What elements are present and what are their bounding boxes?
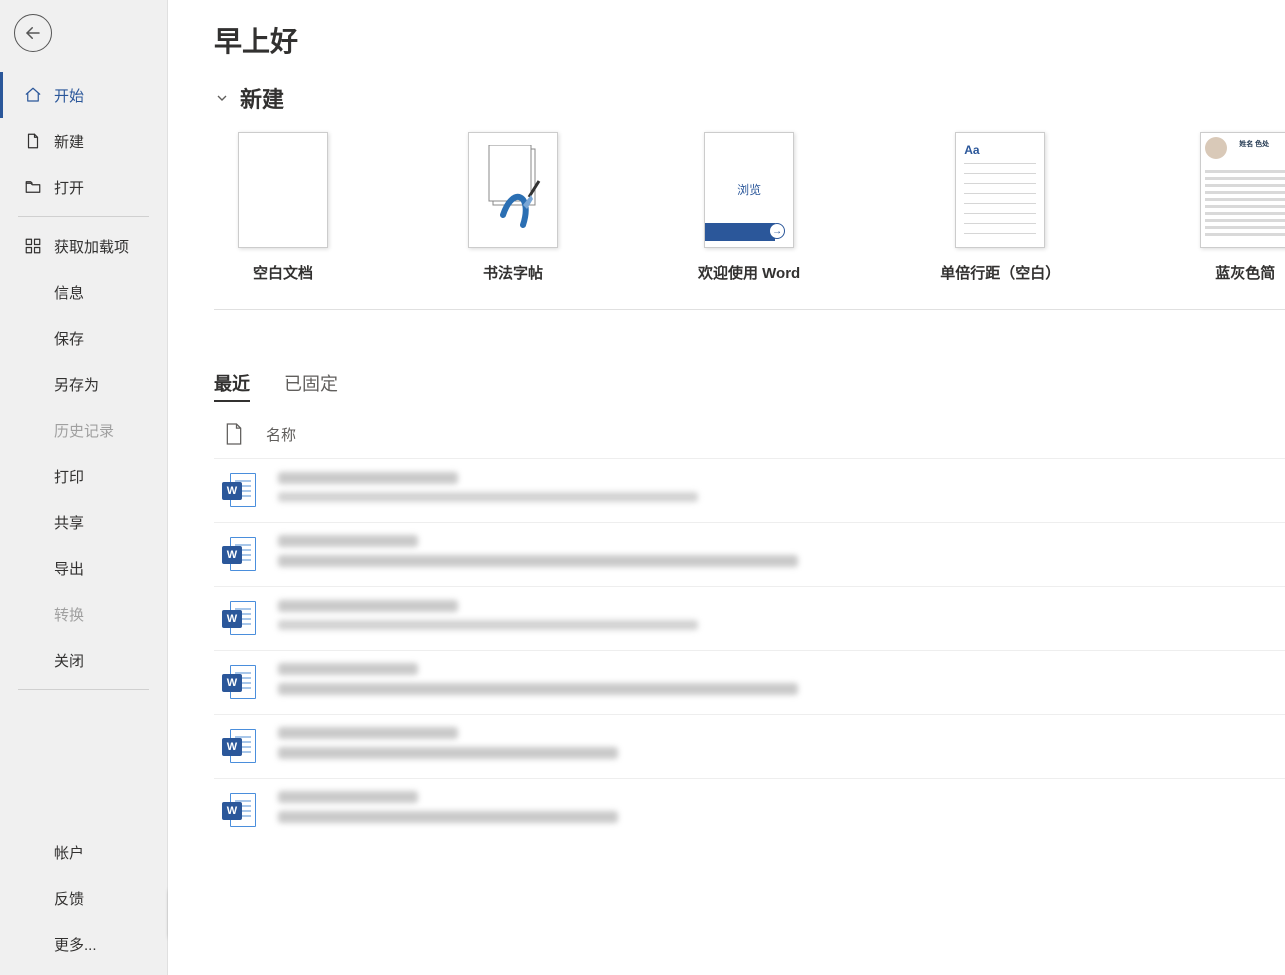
word-doc-icon: W xyxy=(222,729,256,765)
template-thumb-blank xyxy=(238,132,328,248)
sidebar-item-打印[interactable]: 打印 xyxy=(0,453,167,499)
recent-file-text xyxy=(278,663,798,703)
recent-file-text xyxy=(278,791,618,831)
sidebar-divider xyxy=(18,689,149,690)
recent-file-text xyxy=(278,600,698,638)
recent-list-header: 名称 xyxy=(214,410,1285,458)
recent-file-row[interactable]: W xyxy=(214,714,1285,778)
recent-file-text xyxy=(278,535,798,575)
recent-file-text xyxy=(278,472,698,510)
sidebar-item-信息[interactable]: 信息 xyxy=(0,269,167,315)
recent-file-row[interactable]: W xyxy=(214,650,1285,714)
recent-tabs: 最近 已固定 xyxy=(214,370,1285,402)
template-label: 蓝灰色简 xyxy=(1215,262,1275,283)
welcome-thumb-text: 浏览 xyxy=(707,181,791,198)
template-thumb-calligraphy xyxy=(468,132,558,248)
recent-file-text xyxy=(278,727,618,767)
template-item[interactable]: 书法字帖 xyxy=(468,132,558,283)
sidebar-divider xyxy=(18,216,149,217)
file-icon xyxy=(224,422,244,446)
word-doc-icon: W xyxy=(222,537,256,573)
sidebar-item-帐户[interactable]: 帐户 xyxy=(0,829,167,875)
greeting-title: 早上好 xyxy=(214,20,1285,60)
sidebar-item-获取加载项[interactable]: 获取加载项 xyxy=(0,223,167,269)
column-name-label: 名称 xyxy=(266,424,296,445)
sidebar-item-label: 打印 xyxy=(54,466,84,487)
recent-file-row[interactable]: W xyxy=(214,458,1285,522)
tab-已固定[interactable]: 已固定 xyxy=(284,370,338,402)
addins-icon xyxy=(22,237,44,255)
sidebar-item-label: 帐户 xyxy=(54,842,84,863)
template-thumb-resume: 姓名 色处 xyxy=(1200,132,1285,248)
resume-thumb-title: 姓名 色处 xyxy=(1239,139,1269,149)
word-doc-icon: W xyxy=(222,665,256,701)
new-file-icon xyxy=(22,132,44,150)
recent-file-row[interactable]: W xyxy=(214,586,1285,650)
sidebar-item-历史记录: 历史记录 xyxy=(0,407,167,453)
avatar-placeholder-icon xyxy=(1205,137,1227,159)
template-label: 空白文档 xyxy=(253,262,313,283)
sidebar-item-label: 打开 xyxy=(54,177,84,198)
template-label: 单倍行距（空白） xyxy=(940,262,1060,283)
sidebar-item-label: 转换 xyxy=(54,604,84,625)
sidebar-item-导出[interactable]: 导出 xyxy=(0,545,167,591)
template-item[interactable]: 浏览 → 欢迎使用 Word xyxy=(698,132,800,283)
open-folder-icon xyxy=(22,178,44,196)
sidebar-item-label: 导出 xyxy=(54,558,84,579)
sidebar-item-另存为[interactable]: 另存为 xyxy=(0,361,167,407)
word-doc-icon: W xyxy=(222,601,256,637)
arrow-right-icon: → xyxy=(769,223,785,239)
sidebar-item-转换: 转换 xyxy=(0,591,167,637)
sidebar-item-打开[interactable]: 打开 xyxy=(0,164,167,210)
template-thumb-single-spacing: Aa xyxy=(955,132,1045,248)
back-arrow-icon xyxy=(24,24,42,42)
sidebar-item-label: 新建 xyxy=(54,131,84,152)
sidebar-item-保存[interactable]: 保存 xyxy=(0,315,167,361)
aa-text-icon: Aa xyxy=(964,143,979,157)
calligraphy-icon xyxy=(483,145,543,235)
backstage-sidebar: 开始新建打开 获取加载项 信息保存另存为历史记录打印共享导出转换关闭 帐户反馈更… xyxy=(0,0,168,975)
home-icon xyxy=(22,86,44,104)
sidebar-item-新建[interactable]: 新建 xyxy=(0,118,167,164)
recent-file-row[interactable]: W xyxy=(214,778,1285,842)
template-thumb-welcome: 浏览 → xyxy=(704,132,794,248)
sidebar-item-label: 另存为 xyxy=(54,374,99,395)
sidebar-item-共享[interactable]: 共享 xyxy=(0,499,167,545)
recent-files-list: W W W W W xyxy=(214,458,1285,842)
sidebar-item-label: 历史记录 xyxy=(54,420,114,441)
tab-最近[interactable]: 最近 xyxy=(214,370,250,402)
sidebar-item-label: 更多... xyxy=(54,934,97,955)
recent-file-row[interactable]: W xyxy=(214,522,1285,586)
sidebar-item-开始[interactable]: 开始 xyxy=(0,72,167,118)
templates-row: 空白文档 书法字帖 浏览 → 欢迎使用 Word Aa 单倍行距（空白） 姓名 色处… xyxy=(214,132,1285,310)
back-button[interactable] xyxy=(14,14,52,52)
chevron-down-icon xyxy=(214,90,230,106)
sidebar-item-反馈[interactable]: 反馈 xyxy=(0,875,167,921)
sidebar-item-label: 信息 xyxy=(54,282,84,303)
main-content: 早上好 新建 空白文档 书法字帖 浏览 → 欢迎使用 Word Aa 单倍行距（空白… xyxy=(168,0,1285,975)
template-item[interactable]: 姓名 色处 蓝灰色简 xyxy=(1200,132,1285,283)
word-doc-icon: W xyxy=(222,793,256,829)
sidebar-item-更多...[interactable]: 更多... xyxy=(0,921,167,967)
template-item[interactable]: Aa 单倍行距（空白） xyxy=(940,132,1060,283)
sidebar-item-label: 开始 xyxy=(54,85,84,106)
template-label: 书法字帖 xyxy=(483,262,543,283)
sidebar-item-label: 保存 xyxy=(54,328,84,349)
new-section-label: 新建 xyxy=(240,82,284,114)
word-doc-icon: W xyxy=(222,473,256,509)
template-item[interactable]: 空白文档 xyxy=(238,132,328,283)
sidebar-item-label: 关闭 xyxy=(54,650,84,671)
template-label: 欢迎使用 Word xyxy=(698,262,800,283)
sidebar-item-label: 反馈 xyxy=(54,888,84,909)
new-section-header[interactable]: 新建 xyxy=(214,82,1285,114)
sidebar-item-关闭[interactable]: 关闭 xyxy=(0,637,167,683)
sidebar-item-label: 共享 xyxy=(54,512,84,533)
sidebar-item-label: 获取加载项 xyxy=(54,236,129,257)
